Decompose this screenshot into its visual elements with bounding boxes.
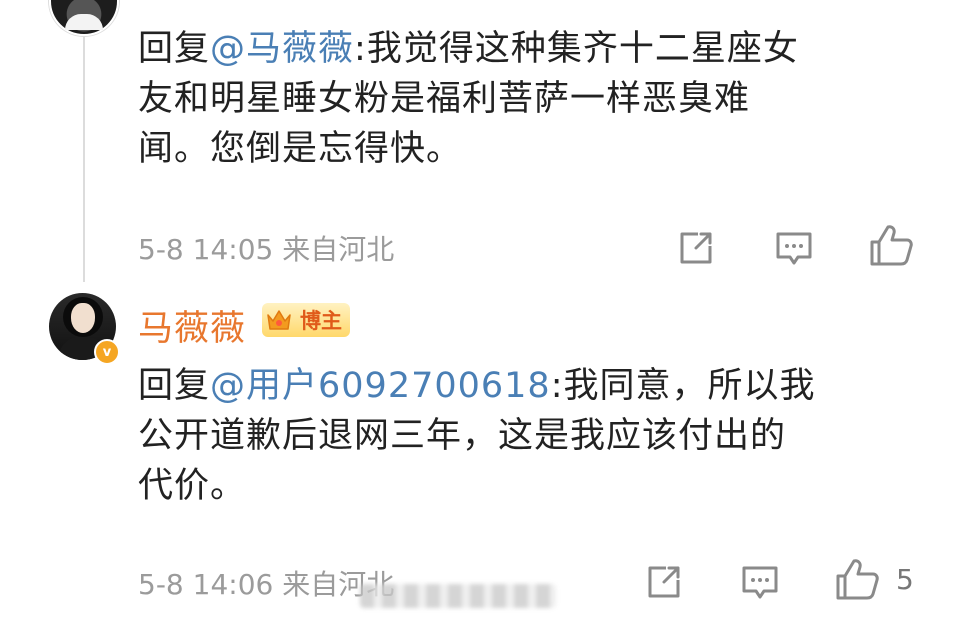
watermark-overlay: [360, 584, 556, 608]
crown-icon: [267, 310, 291, 330]
comment-line-2: 友和明星睡女粉是福利菩萨一样恶臭难: [138, 79, 751, 119]
badge-label: 博主: [300, 309, 342, 333]
mention-link[interactable]: @马薇薇: [210, 29, 354, 69]
like-count: 5: [896, 563, 914, 596]
comment-text-segment: :我同意，所以我: [550, 366, 816, 406]
comment-icon[interactable]: [740, 562, 780, 602]
comment-line-3: 代价。: [138, 466, 247, 506]
like-icon[interactable]: [834, 556, 880, 602]
mention-link[interactable]: @用户6092700618: [210, 366, 551, 406]
username[interactable]: 马薇薇: [138, 300, 246, 351]
share-icon[interactable]: [644, 562, 684, 602]
comment-line-2: 公开道歉后退网三年，这是我应该付出的: [138, 416, 787, 456]
reply-prefix: 回复: [138, 29, 211, 69]
comment-meta: 5-8 14:06 来自河北: [138, 568, 395, 601]
share-icon[interactable]: [676, 228, 716, 268]
comment-line-3: 闻。您倒是忘得快。: [138, 129, 463, 169]
reply-prefix: 回复: [138, 366, 211, 406]
comment-text: 回复@马薇薇:我觉得这种集齐十二星座女 友和明星睡女粉是福利菩萨一样恶臭难 闻。…: [138, 24, 918, 174]
comment-text: 回复@用户6092700618:我同意，所以我 公开道歉后退网三年，这是我应该付…: [138, 361, 918, 511]
comment-text-segment: :我觉得这种集齐十二星座女: [354, 29, 799, 69]
like-icon[interactable]: [868, 222, 914, 268]
comment-line-1: 回复@马薇薇:我觉得这种集齐十二星座女: [138, 24, 918, 74]
blogger-badge: 博主: [262, 303, 350, 337]
comment-meta: 5-8 14:05 来自河北: [138, 233, 395, 266]
thread-line: [83, 20, 85, 282]
comment-icon[interactable]: [774, 228, 814, 268]
avatar[interactable]: [49, 0, 119, 36]
comment-line-1: 回复@用户6092700618:我同意，所以我: [138, 361, 918, 411]
verified-icon: v: [94, 339, 120, 365]
avatar-face: [71, 303, 95, 333]
